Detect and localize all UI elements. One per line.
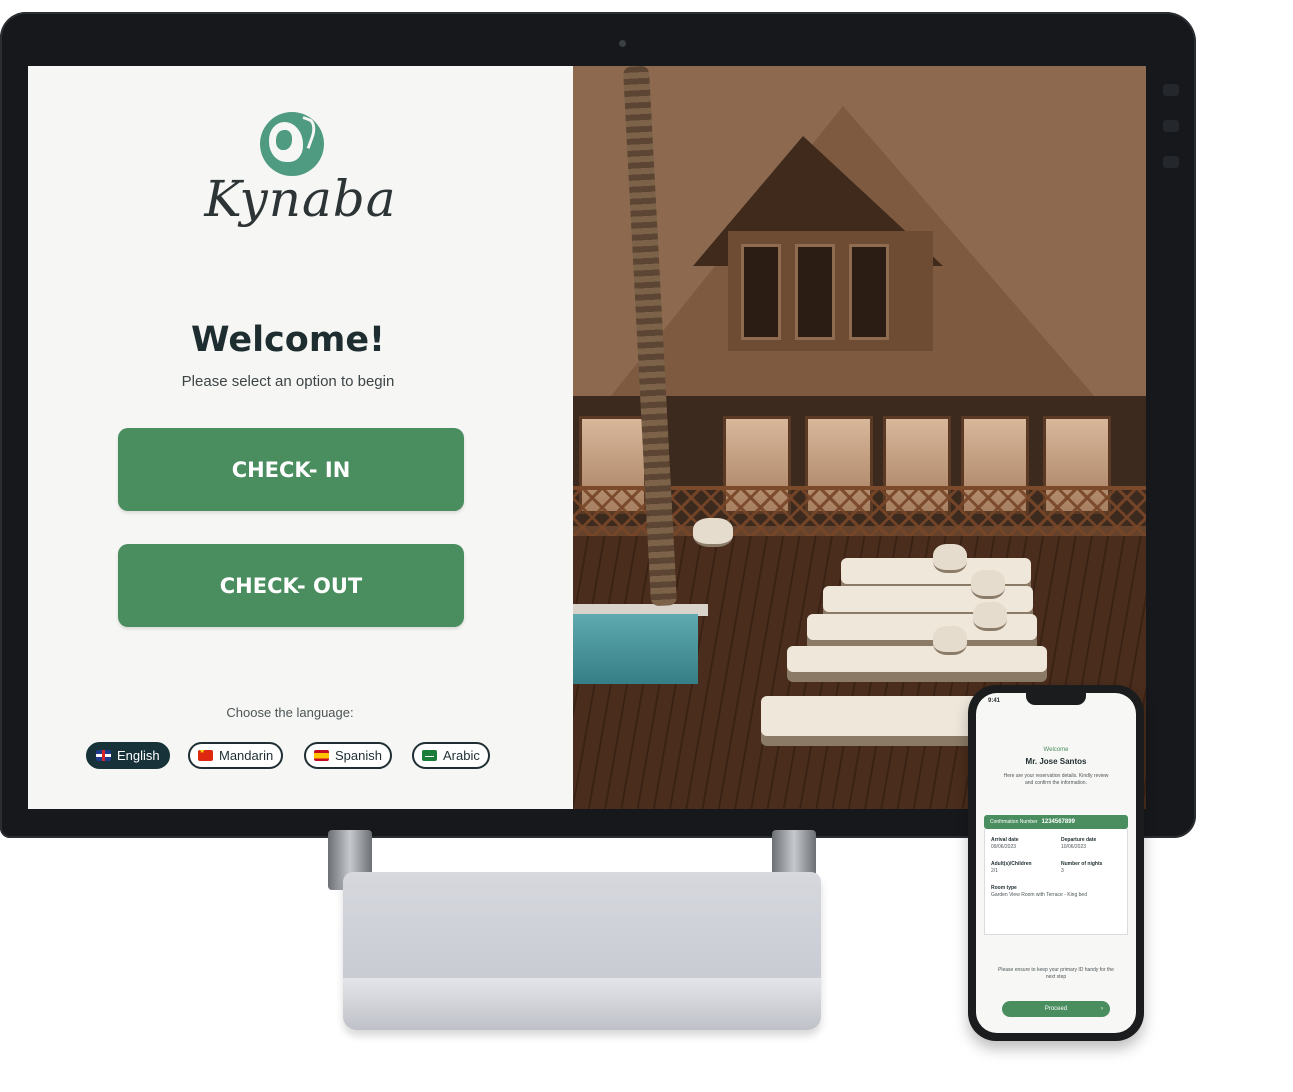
language-option-arabic[interactable]: Arabic [412, 742, 490, 769]
kynaba-logo-icon [260, 112, 324, 176]
proceed-button[interactable]: Proceed › [1002, 1001, 1110, 1017]
guest-name: Mr. Jose Santos [1025, 757, 1087, 766]
field-label: Adult(s)/Children [991, 861, 1032, 867]
check-out-button[interactable]: CHECK- OUT [118, 544, 464, 627]
language-label: Spanish [335, 748, 382, 763]
language-prompt: Choose the language: [226, 705, 354, 720]
language-label: English [117, 748, 160, 763]
camera-dot [619, 40, 626, 47]
language-label: Arabic [443, 748, 480, 763]
room-type-field: Room type Garden View Room with Terrace … [991, 885, 1123, 899]
guests-field: Adult(s)/Children 2/1 [991, 861, 1032, 875]
arrival-field: Arrival date 09/06/2023 [991, 837, 1019, 851]
saudi-flag-icon [422, 750, 437, 761]
reservation-details: Arrival date 09/06/2023 Departure date 1… [984, 829, 1128, 935]
china-flag-icon [198, 750, 213, 761]
monitor-base-front [343, 978, 821, 1030]
field-label: Number of nights [1061, 861, 1103, 867]
field-value: 09/06/2023 [991, 844, 1017, 850]
confirmation-number: 1234567899 [1041, 819, 1075, 825]
brand-name: Kynaba [204, 170, 397, 228]
confirmation-bar: Confirmation Number 1234567899 [984, 815, 1128, 829]
chevron-right-icon: › [1101, 1006, 1103, 1012]
phone-notch [1026, 693, 1086, 705]
field-value: 2/1 [991, 868, 998, 874]
confirmation-label: Confirmation Number [990, 819, 1038, 825]
status-time: 9:41 [988, 698, 1001, 704]
welcome-panel: Kynaba Welcome! Please select an option … [28, 66, 573, 809]
field-label: Room type [991, 885, 1017, 891]
check-in-button[interactable]: CHECK- IN [118, 428, 464, 511]
welcome-title: Welcome! [190, 320, 386, 360]
field-label: Arrival date [991, 837, 1019, 843]
mobile-phone: 9:41 Welcome Mr. Jose Santos Here are yo… [968, 685, 1144, 1041]
language-selector: English Mandarin Spanish Arabic [28, 742, 573, 772]
field-value: 3 [1061, 868, 1064, 874]
departure-field: Departure date 10/06/2023 [1061, 837, 1096, 851]
reservation-description: Here are your reservation details. Kindl… [1003, 773, 1109, 786]
field-label: Departure date [1061, 837, 1097, 843]
spain-flag-icon [314, 750, 329, 761]
side-button [1163, 84, 1179, 96]
language-option-spanish[interactable]: Spanish [304, 742, 392, 769]
phone-screen: 9:41 Welcome Mr. Jose Santos Here are yo… [976, 693, 1136, 1033]
phone-welcome: Welcome [1043, 747, 1069, 753]
nights-field: Number of nights 3 [1061, 861, 1102, 875]
proceed-label: Proceed [1044, 1006, 1068, 1012]
language-label: Mandarin [219, 748, 274, 763]
id-reminder-note: Please ensure to keep your primary ID ha… [998, 967, 1114, 980]
side-button [1163, 120, 1179, 132]
language-option-mandarin[interactable]: Mandarin [188, 742, 284, 769]
side-button [1163, 156, 1179, 168]
welcome-subtitle: Please select an option to begin [181, 373, 395, 390]
field-value: Garden View Room with Terrace - King bed [991, 892, 1087, 898]
field-value: 10/06/2023 [1061, 844, 1087, 850]
language-option-english[interactable]: English [86, 742, 170, 769]
uk-flag-icon [96, 750, 111, 761]
